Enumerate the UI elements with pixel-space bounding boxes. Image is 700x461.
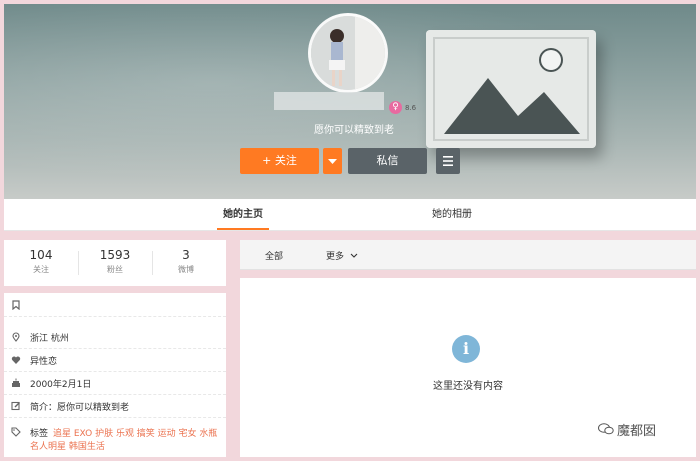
more-menu-button[interactable]	[436, 148, 460, 174]
info-row-orientation: 异性恋	[4, 350, 226, 372]
birthday-text: 2000年2月1日	[30, 380, 92, 390]
divider	[78, 251, 79, 275]
stat-value: 104	[29, 248, 53, 262]
follow-button[interactable]: + 关注	[240, 148, 319, 174]
filter-more-label: 更多	[326, 252, 345, 262]
stats-panel: 104 关注 1593 粉丝 3 微博	[4, 240, 226, 286]
avatar[interactable]	[308, 13, 388, 93]
chevron-down-icon	[350, 253, 358, 258]
level-badge: 8.6	[405, 104, 417, 112]
filter-more-dropdown[interactable]: 更多	[326, 249, 358, 262]
cake-icon	[11, 378, 21, 388]
intro-text: 简介：愿你可以精致到老	[30, 403, 130, 413]
avatar-image	[311, 16, 385, 90]
tags-list[interactable]: 追星 EXO 护肤 乐观 搞笑 运动 宅女 水瓶	[53, 426, 217, 439]
female-gender-icon: ♀	[389, 101, 402, 114]
orientation-text: 异性恋	[30, 357, 58, 367]
hamburger-menu-icon	[443, 156, 453, 166]
profile-tab-bar: 她的主页 她的相册	[4, 199, 696, 231]
filter-all[interactable]: 全部	[265, 249, 283, 262]
tags-list[interactable]: 名人明星 韩国生活	[30, 439, 105, 452]
watermark-text: 魔都囡	[617, 424, 657, 439]
tab-album[interactable]: 她的相册	[422, 199, 482, 230]
profile-bio: 愿你可以精致到老	[314, 125, 394, 136]
tag-icon	[11, 427, 21, 440]
tab-home[interactable]: 她的主页	[217, 199, 269, 230]
stat-followers[interactable]: 1593 粉丝	[80, 248, 150, 275]
tags-label: 标签	[30, 429, 49, 439]
profile-banner: ♀ 8.6 愿你可以精致到老 + 关注 私信	[4, 4, 696, 199]
info-icon: i	[452, 335, 480, 363]
stat-label: 关注	[33, 265, 49, 274]
feed-filter-bar: 全部 更多	[240, 240, 696, 270]
heart-icon	[11, 355, 21, 365]
stat-label: 粉丝	[107, 265, 123, 274]
bookmark-icon	[11, 300, 21, 311]
image-placeholder-decoration	[426, 30, 596, 148]
stat-following[interactable]: 104 关注	[6, 248, 76, 275]
stat-label: 微博	[178, 265, 194, 274]
edit-icon	[11, 401, 21, 411]
info-row-tags: 标签 追星 EXO 护肤 乐观 搞笑 运动 宅女 水瓶 名人明星 韩国生活	[4, 422, 226, 456]
message-button[interactable]: 私信	[348, 148, 427, 174]
info-row-verified	[4, 295, 226, 317]
profile-info-panel: 浙江 杭州 异性恋 2000年2月1日 简介：愿你可以精致到老 标签 追星 EX…	[4, 293, 226, 457]
wechat-logo-icon	[598, 423, 614, 435]
caret-down-icon	[328, 159, 337, 164]
info-row-location: 浙江 杭州	[4, 327, 226, 349]
username-blurred	[274, 92, 384, 110]
location-pin-icon	[11, 332, 21, 342]
stat-posts[interactable]: 3 微博	[151, 248, 221, 275]
location-text: 浙江 杭州	[30, 334, 69, 344]
empty-state-text: 这里还没有内容	[433, 381, 503, 392]
stat-value: 1593	[99, 248, 131, 262]
stat-value: 3	[182, 248, 190, 262]
follow-dropdown-button[interactable]	[323, 148, 342, 174]
info-row-birthday: 2000年2月1日	[4, 373, 226, 395]
info-row-intro: 简介：愿你可以精致到老	[4, 396, 226, 418]
